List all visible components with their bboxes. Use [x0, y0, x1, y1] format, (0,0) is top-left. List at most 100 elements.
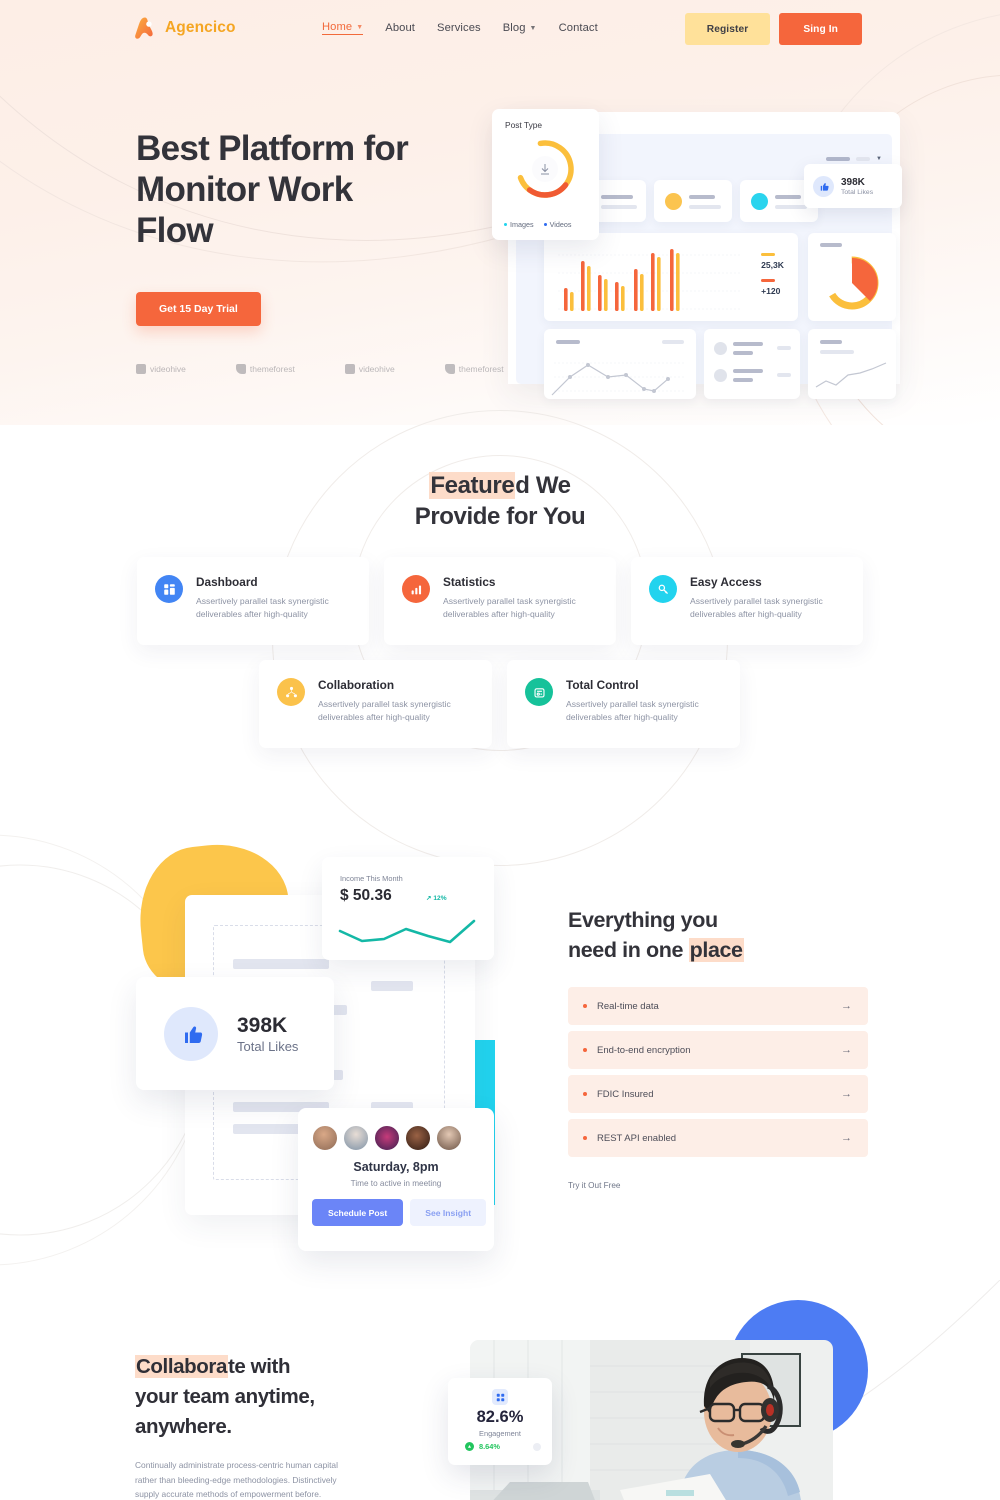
hero-copy: Best Platform for Monitor Work Flow Get … — [136, 128, 466, 326]
avatar — [436, 1125, 462, 1151]
legend-videos: Videos — [543, 220, 571, 229]
pie-chart — [825, 256, 879, 310]
legend-images-label: Images — [510, 220, 534, 229]
feature-card-total-control[interactable]: Total Control Assertively parallel task … — [507, 660, 740, 748]
feature-card-easy-access[interactable]: Easy Access Assertively parallel task sy… — [631, 557, 863, 645]
bar-chart-legend: 25,3K +120 — [761, 253, 784, 296]
line-chart-card — [544, 329, 696, 399]
feature-title: Collaboration — [318, 678, 395, 692]
feature-list: Real-time data → End-to-end encryption →… — [568, 987, 868, 1157]
donut-chart — [516, 140, 574, 198]
dropdown-chip[interactable]: ▼ — [826, 156, 882, 162]
meeting-subtitle: Time to active in meeting — [350, 1179, 442, 1188]
feature-desc-line2: deliverables after high-quality — [566, 712, 678, 722]
meeting-card: Saturday, 8pm Time to active in meeting … — [298, 1108, 494, 1251]
feature-title: Total Control — [566, 678, 639, 692]
total-likes-big-card: 398K Total Likes — [136, 977, 334, 1090]
list-item-fdic-insured[interactable]: FDIC Insured → — [568, 1075, 868, 1113]
bullet-dot-icon — [583, 1092, 587, 1096]
signin-button[interactable]: Sing In — [779, 13, 862, 45]
agencico-a-logo-icon — [135, 17, 153, 39]
arrow-right-icon: → — [841, 1044, 852, 1056]
nav-actions: Register Sing In — [684, 13, 862, 45]
legend-value-1: 25,3K — [761, 260, 784, 270]
thumbs-up-icon — [813, 175, 834, 197]
feature-card-collaboration[interactable]: Collaboration Assertively parallel task … — [259, 660, 492, 748]
arrow-right-icon: → — [841, 1088, 852, 1100]
avatar — [374, 1125, 400, 1151]
see-insight-button[interactable]: See Insight — [410, 1199, 487, 1226]
collaborate-desc-line1: Continually administrate process-centric… — [135, 1460, 338, 1470]
list-item-realtime-data[interactable]: Real-time data → — [568, 987, 868, 1025]
feature-desc: Assertively parallel task synergistic de… — [318, 698, 451, 724]
logo-label: videohive — [150, 364, 186, 374]
feature-desc: Assertively parallel task synergistic de… — [196, 595, 329, 621]
feature-desc-line1: Assertively parallel task synergistic — [196, 596, 329, 606]
legend-value-2: +120 — [761, 286, 781, 296]
engagement-label: Engagement — [479, 1429, 521, 1438]
income-line-chart — [338, 919, 476, 944]
avatar — [405, 1125, 431, 1151]
income-card: Income This Month $ 50.36 ↗ 12% — [322, 857, 494, 960]
post-type-legend: Images Videos — [504, 220, 571, 229]
partner-logos: videohive themeforest videohive themefor… — [136, 364, 504, 374]
control-panel-icon — [525, 678, 553, 706]
thumbs-up-icon — [164, 1006, 218, 1061]
themeforest-icon — [444, 364, 455, 374]
collaborate-title: Collaborate with your team anytime, anyw… — [135, 1352, 380, 1442]
feature-card-dashboard[interactable]: Dashboard Assertively parallel task syne… — [137, 557, 369, 645]
nav-link-about[interactable]: About — [385, 22, 415, 34]
featured-title-line2: Provide for You — [414, 503, 586, 530]
nav-link-contact[interactable]: Contact — [559, 22, 598, 34]
list-item-encryption[interactable]: End-to-end encryption → — [568, 1031, 868, 1069]
try-it-out-free-link[interactable]: Try it Out Free — [568, 1181, 868, 1190]
income-label: Income This Month — [340, 874, 403, 883]
feature-card-statistics[interactable]: Statistics Assertively parallel task syn… — [384, 557, 616, 645]
nav-link-services[interactable]: Services — [437, 22, 481, 34]
arrow-right-icon: → — [841, 1000, 852, 1012]
nav-link-blog-label: Blog — [502, 22, 526, 34]
trend-line — [815, 362, 887, 388]
help-icon[interactable] — [533, 1443, 541, 1451]
featured-section: Featured We Provide for You Dashboard As… — [0, 410, 1000, 866]
post-type-title: Post Type — [505, 120, 543, 130]
logo-label: themeforest — [249, 364, 295, 374]
register-button[interactable]: Register — [684, 13, 771, 45]
pie-chart-card — [808, 233, 896, 321]
chevron-down-icon: ▼ — [529, 24, 537, 32]
grid-icon — [492, 1389, 508, 1405]
everything-title-line1: Everything you — [568, 908, 718, 932]
brand-logo-group[interactable]: Agencico — [131, 14, 236, 42]
engagement-value: 82.6% — [476, 1408, 524, 1426]
engagement-delta: 8.64% — [479, 1442, 500, 1451]
bullet-dot-icon — [583, 1004, 587, 1008]
collaborate-description: Continually administrate process-centric… — [135, 1458, 380, 1500]
video-icon — [136, 364, 146, 374]
hero-title-line-3: Flow — [136, 211, 214, 250]
hero-title-line-1: Best Platform for — [136, 129, 409, 168]
post-type-card: Post Type Images Videos — [492, 109, 599, 240]
engagement-delta-row: 8.64% — [465, 1442, 500, 1451]
nav-link-home[interactable]: Home ▼ — [322, 21, 364, 35]
meeting-actions: Schedule Post See Insight — [312, 1199, 487, 1226]
schedule-post-button[interactable]: Schedule Post — [312, 1199, 404, 1226]
bar-chart — [558, 249, 740, 311]
avatar — [343, 1125, 369, 1151]
featured-cards-row-2: Collaboration Assertively parallel task … — [259, 660, 740, 748]
arrow-right-icon: → — [841, 1132, 852, 1144]
bar-chart-card: 25,3K +120 — [544, 233, 798, 321]
likes-value: 398K — [841, 176, 865, 188]
nav-link-blog[interactable]: Blog ▼ — [503, 22, 537, 34]
hero-title: Best Platform for Monitor Work Flow — [136, 128, 466, 251]
feature-title: Easy Access — [690, 575, 762, 589]
chevron-down-icon: ▼ — [876, 156, 882, 162]
themeforest-icon — [235, 364, 246, 374]
logo-item: themeforest — [444, 364, 504, 374]
get-trial-button[interactable]: Get 15 Day Trial — [136, 292, 261, 326]
list-item-rest-api[interactable]: REST API enabled → — [568, 1119, 868, 1157]
everything-title-line2-pre: need in one — [568, 938, 689, 962]
list-item-label: Real-time data — [597, 1000, 659, 1012]
collaborate-desc-line3: supply accurate methods of empowerment b… — [135, 1489, 322, 1499]
collaborate-copy: Collaborate with your team anytime, anyw… — [135, 1352, 380, 1500]
collaborate-title-highlight: Collabora — [135, 1355, 228, 1378]
